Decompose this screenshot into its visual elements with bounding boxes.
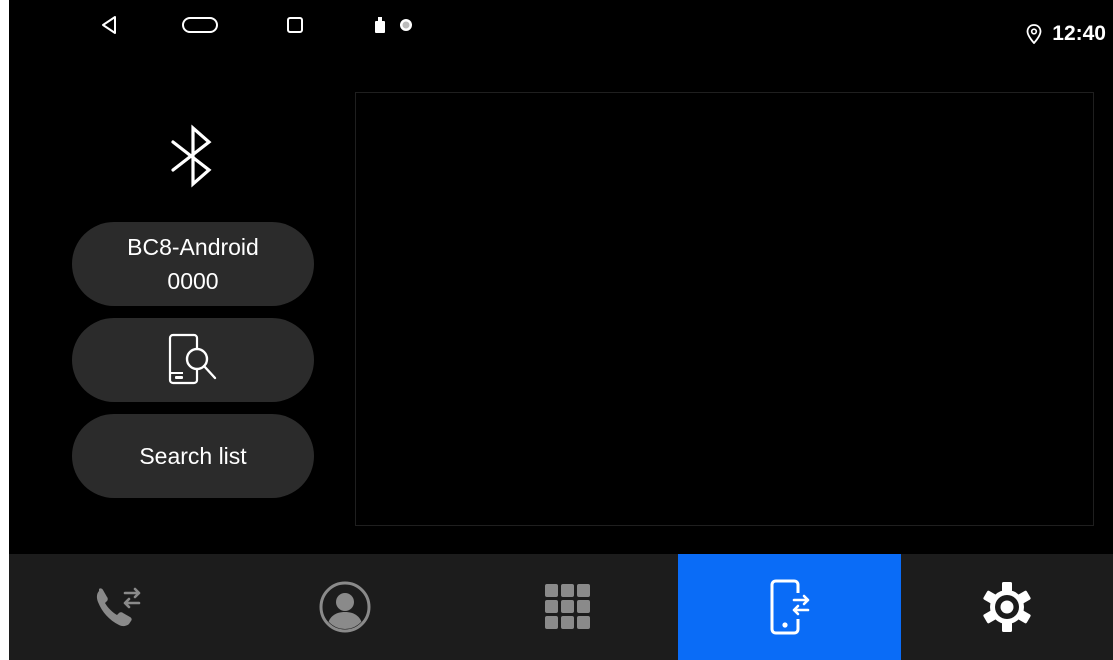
call-transfer-icon [91,583,151,631]
status-bar: 12:40 [9,0,1113,46]
nav-contacts[interactable] [232,554,457,660]
record-icon [397,13,415,37]
back-icon[interactable] [97,13,121,37]
device-transfer-icon [768,579,812,635]
device-list-panel[interactable] [355,92,1094,526]
phone-search-icon [163,332,223,388]
nav-device-transfer[interactable] [678,554,901,660]
pin-code: 0000 [167,268,219,294]
location-pin-icon [1026,24,1042,44]
clock: 12:40 [1052,22,1106,45]
home-icon[interactable] [181,13,219,37]
settings-gear-icon [980,580,1034,634]
nav-call-transfer[interactable] [9,554,232,660]
bluetooth-icon [161,124,225,192]
nav-dialpad[interactable] [457,554,678,660]
search-list-label: Search list [139,443,247,469]
screen: 12:40 BC8-Android 0000 Search list [9,0,1113,660]
device-name: BC8-Android [127,234,259,260]
recents-icon[interactable] [283,13,307,37]
dialpad-icon [544,583,592,631]
bottom-nav [9,554,1113,660]
status-right: 12:40 [1026,22,1106,46]
contacts-icon [319,581,371,633]
nav-settings[interactable] [901,554,1113,660]
search-list-button[interactable]: Search list [72,414,314,498]
device-info-button[interactable]: BC8-Android 0000 [72,222,314,306]
usb-icon [371,13,389,37]
search-devices-button[interactable] [72,318,314,402]
